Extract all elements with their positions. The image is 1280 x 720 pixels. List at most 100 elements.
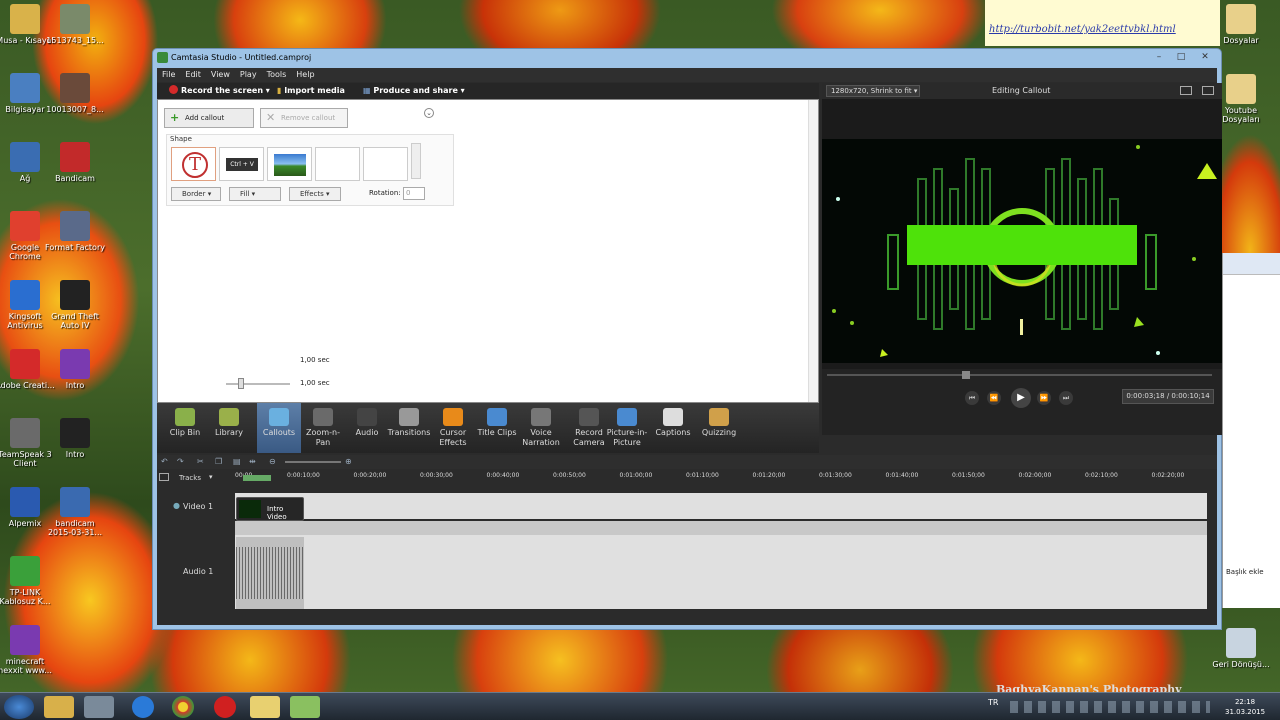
menu-view[interactable]: View	[206, 68, 235, 82]
shape-empty-thumb-2[interactable]	[363, 147, 408, 181]
menu-play[interactable]: Play	[235, 68, 262, 82]
desktop-icon-second-2[interactable]: Bandicam	[44, 142, 106, 183]
audio-clip[interactable]	[236, 537, 304, 609]
maximize-button[interactable]: □	[1171, 51, 1191, 63]
audio-track-lane[interactable]	[235, 535, 1207, 609]
tab-title-clips[interactable]: Title Clips	[475, 403, 519, 453]
tab-voice-narration[interactable]: Voice Narration	[519, 403, 563, 453]
fast-forward-icon[interactable]: ⏩	[1037, 391, 1051, 405]
playhead-range[interactable]	[243, 475, 271, 481]
menu-tools[interactable]: Tools	[262, 68, 292, 82]
video-track-lane[interactable]	[235, 493, 1207, 519]
undo-icon[interactable]: ↶	[161, 457, 170, 466]
opera-taskbar-icon[interactable]	[214, 696, 236, 718]
import-media-button[interactable]: ▮ Import media	[277, 85, 345, 97]
minimize-button[interactable]: –	[1149, 51, 1169, 63]
desktop-icon-recycle-bin[interactable]: Geri Dönüşü...	[1210, 628, 1272, 669]
video-clip[interactable]: Intro Video	[236, 497, 304, 521]
tab-clip-bin[interactable]: Clip Bin	[163, 403, 207, 453]
tab-quizzing[interactable]: Quizzing	[697, 403, 741, 453]
title-bar[interactable]: Camtasia Studio - Untitled.camproj – □ ✕	[153, 49, 1221, 67]
preview-scrubber[interactable]	[827, 371, 1212, 379]
chrome-taskbar-icon[interactable]	[172, 696, 194, 718]
tab-library[interactable]: Library	[207, 403, 251, 453]
zoom-out-icon[interactable]: ⊖	[269, 457, 278, 466]
play-icon[interactable]: ▶	[1011, 388, 1031, 408]
tab-cursor-effects[interactable]: Cursor Effects	[431, 403, 475, 453]
zoom-in-icon[interactable]: ⊕	[345, 457, 354, 466]
tray-icons[interactable]	[1010, 701, 1210, 713]
menu-edit[interactable]: Edit	[180, 68, 206, 82]
remove-callout-button[interactable]: ✕ Remove callout	[260, 108, 348, 128]
collapse-chevron-icon[interactable]: ⌄	[424, 108, 434, 118]
border-dropdown[interactable]: Border ▾	[171, 187, 221, 201]
rewind-icon[interactable]: ⏪	[987, 391, 1001, 405]
remove-icon: ✕	[266, 111, 276, 124]
desktop-icon-dosyalar[interactable]: Dosyalar	[1210, 4, 1272, 45]
split-icon[interactable]: ⇹	[249, 457, 258, 466]
desktop-icon-second-7[interactable]: bandicam 2015-03-31...	[44, 487, 106, 537]
shape-empty-thumb-1[interactable]	[315, 147, 360, 181]
fullscreen-icon[interactable]	[1180, 86, 1192, 95]
desktop-icon-second-3[interactable]: Format Factory	[44, 211, 106, 252]
cut-icon[interactable]: ✂	[197, 457, 206, 466]
video-track-header[interactable]: ● Video 1	[169, 495, 235, 519]
rotation-input[interactable]: 0	[403, 187, 425, 200]
url-text[interactable]: http://turbobit.net/yak2eettvbkl.html	[989, 24, 1176, 35]
camtasia-taskbar-icon[interactable]	[290, 696, 320, 718]
video-canvas[interactable]	[822, 139, 1222, 363]
tray-language[interactable]: TR	[988, 698, 998, 707]
shape-text-thumb[interactable]: T	[171, 147, 216, 181]
time-ruler[interactable]: 00:000:00:10;000:00:20;000:00:30;000:00:…	[235, 471, 1207, 483]
shape-image-thumb[interactable]	[267, 147, 312, 181]
ie-taskbar-icon[interactable]	[132, 696, 154, 718]
record-screen-button[interactable]: Record the screen ▾	[169, 85, 270, 97]
tab-audio[interactable]: Audio	[345, 403, 389, 453]
skip-start-icon[interactable]: ⏮	[965, 391, 979, 405]
shape-keystroke-thumb[interactable]: Ctrl + V	[219, 147, 264, 181]
desktop-icon-second-4[interactable]: Grand Theft Auto IV	[44, 280, 106, 330]
folder-icon	[1226, 4, 1256, 34]
menu-file[interactable]: File	[157, 68, 180, 82]
desktop-icon-second-5[interactable]: Intro	[44, 349, 106, 390]
desktop-icon-left-9[interactable]: minecraft hexxit www...	[0, 625, 56, 675]
folder-taskbar-icon[interactable]	[250, 696, 280, 718]
redo-icon[interactable]: ↷	[177, 457, 186, 466]
fade-slider[interactable]	[226, 378, 290, 389]
tracks-icon	[159, 473, 169, 481]
shape-scrollbar[interactable]	[411, 143, 421, 179]
fade-in-value: 1,00 sec	[300, 356, 330, 364]
tab-transitions[interactable]: Transitions	[387, 403, 431, 453]
desktop-icon-second-1[interactable]: 10013007_8...	[44, 73, 106, 114]
fill-dropdown[interactable]: Fill ▾	[229, 187, 281, 201]
desktop-icon-second-0[interactable]: 1513743_15...	[44, 4, 106, 45]
skip-end-icon[interactable]: ⏭	[1059, 391, 1073, 405]
copy-icon[interactable]: ❐	[215, 457, 224, 466]
explorer-taskbar-icon[interactable]	[44, 696, 74, 718]
size-select[interactable]: 1280x720, Shrink to fit ▾	[826, 85, 920, 97]
audio-track-header[interactable]: Audio 1	[169, 535, 235, 609]
tab-callouts[interactable]: Callouts	[257, 403, 301, 453]
start-button[interactable]	[4, 695, 34, 719]
produce-share-button[interactable]: ▦ Produce and share ▾	[363, 85, 465, 97]
desktop-icon-left-8[interactable]: TP-LINK Kablosuz K...	[0, 556, 56, 606]
clip-thumbnail	[239, 500, 261, 518]
tab-zoom-n-pan[interactable]: Zoom-n-Pan	[301, 403, 345, 453]
detach-icon[interactable]	[1202, 86, 1214, 95]
tab-captions[interactable]: Captions	[651, 403, 695, 453]
panel-scrollbar[interactable]	[808, 100, 818, 402]
media-player-taskbar-icon[interactable]	[84, 696, 114, 718]
effects-dropdown[interactable]: Effects ▾	[289, 187, 341, 201]
menu-help[interactable]: Help	[291, 68, 319, 82]
app-icon	[60, 487, 90, 517]
tab-picture-in-picture[interactable]: Picture-in-Picture	[605, 403, 649, 453]
paste-icon[interactable]: ▤	[233, 457, 242, 466]
timeline-zoom-slider[interactable]	[285, 461, 341, 463]
scrubber-handle[interactable]	[962, 371, 970, 379]
desktop-icon-second-6[interactable]: Intro	[44, 418, 106, 459]
tracks-menu[interactable]: Tracks ▾	[157, 471, 235, 487]
slider-handle[interactable]	[238, 378, 244, 389]
clock[interactable]: 22:18 31.03.2015	[1225, 697, 1265, 717]
add-callout-button[interactable]: + Add callout	[164, 108, 254, 128]
close-button[interactable]: ✕	[1193, 51, 1217, 63]
